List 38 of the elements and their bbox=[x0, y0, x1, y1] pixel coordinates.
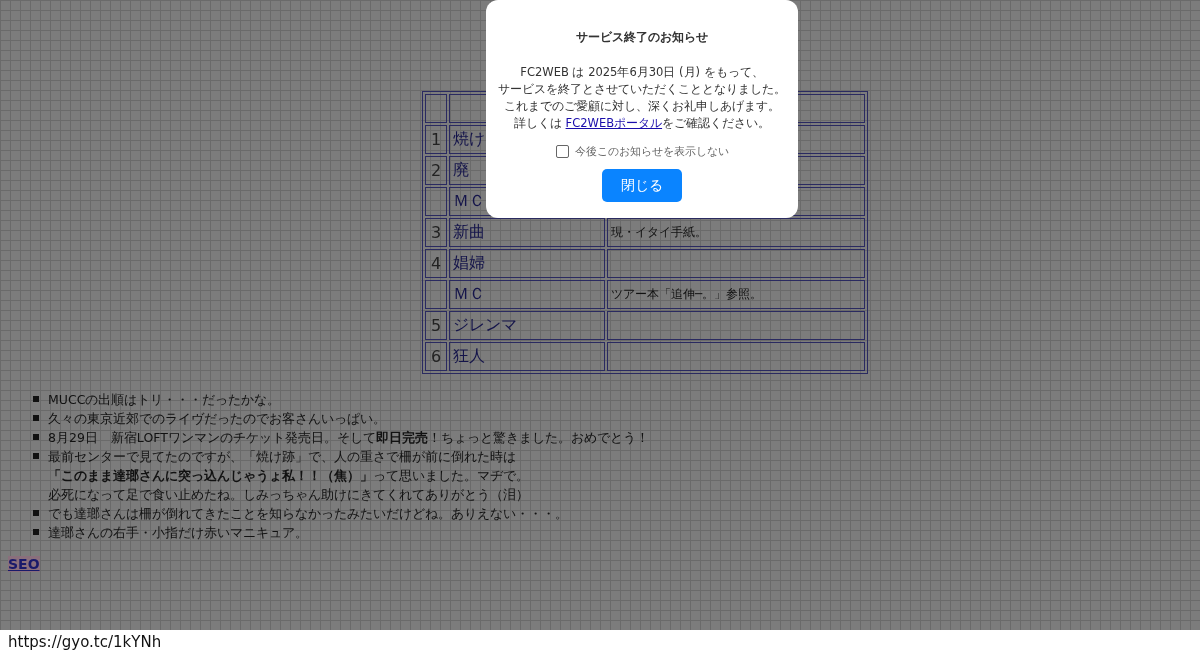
table-cell: 新曲 bbox=[449, 218, 605, 247]
dialog-text: FC2WEB は 2025年6月30日 (月) をもって、 bbox=[520, 64, 764, 81]
bullet-icon bbox=[33, 434, 39, 440]
table-cell bbox=[425, 280, 447, 309]
seo-link[interactable]: SEO bbox=[8, 556, 40, 572]
note-text: 8月29日 新宿LOFTワンマンのチケット発売日。そして即日完売！ちょっと驚きました。おめでとう！ bbox=[48, 429, 649, 447]
table-cell: 6 bbox=[425, 342, 447, 371]
note-text: MUCCの出順はトリ・・・だったかな。 bbox=[48, 391, 281, 409]
table-cell: 狂人 bbox=[449, 342, 605, 371]
status-url: https://gyo.tc/1kYNh bbox=[8, 632, 162, 651]
note-text: 「このまま達瑯さんに突っ込んじゃうょ私！！（焦）」って思いました。マヂで。 bbox=[48, 467, 529, 485]
note-text: 最前センターで見てたのですが、「焼け跡」で、人の重さで柵が前に倒れた時は bbox=[48, 448, 517, 466]
table-cell bbox=[425, 94, 447, 123]
table-cell bbox=[425, 187, 447, 216]
note-text: 達瑯さんの右手・小指だけ赤いマニキュア。 bbox=[48, 524, 308, 542]
bullet-icon bbox=[33, 453, 39, 459]
bullet-icon bbox=[33, 396, 39, 402]
bullet-icon bbox=[33, 415, 39, 421]
dialog-text: これまでのご愛顧に対し、深くお礼申しあげます。 bbox=[504, 98, 780, 115]
close-button[interactable]: 閉じる bbox=[602, 169, 682, 202]
table-cell: 5 bbox=[425, 311, 447, 340]
note-text: でも達瑯さんは柵が倒れてきたことを知らなかったみたいだけどね。ありえない・・・。 bbox=[48, 505, 568, 523]
table-cell: 現・イタイ手紙。 bbox=[607, 218, 865, 247]
checkbox[interactable] bbox=[555, 145, 569, 158]
table-cell: 2 bbox=[425, 156, 447, 185]
table-cell: ツアー本「追伸─。」参照。 bbox=[607, 280, 865, 309]
table-cell: 1 bbox=[425, 125, 447, 154]
bullet-icon bbox=[33, 529, 39, 535]
dialog-title: サービス終了のお知らせ bbox=[576, 29, 708, 46]
table-cell: 4 bbox=[425, 249, 447, 278]
table-cell: ＭＣ bbox=[449, 280, 605, 309]
table-cell: 娼婦 bbox=[449, 249, 605, 278]
table-cell: 3 bbox=[425, 218, 447, 247]
note-text: 久々の東京近郊でのライヴだったのでお客さんいっぱい。 bbox=[48, 410, 386, 428]
bullet-icon bbox=[33, 510, 39, 516]
dialog-text: サービスを終了とさせていただくこととなりました。 bbox=[498, 81, 786, 98]
table-cell: ジレンマ bbox=[449, 311, 605, 340]
note-text: 必死になって足で食い止めたね。しみっちゃん助けにきてくれてありがとう（泪） bbox=[48, 486, 529, 504]
